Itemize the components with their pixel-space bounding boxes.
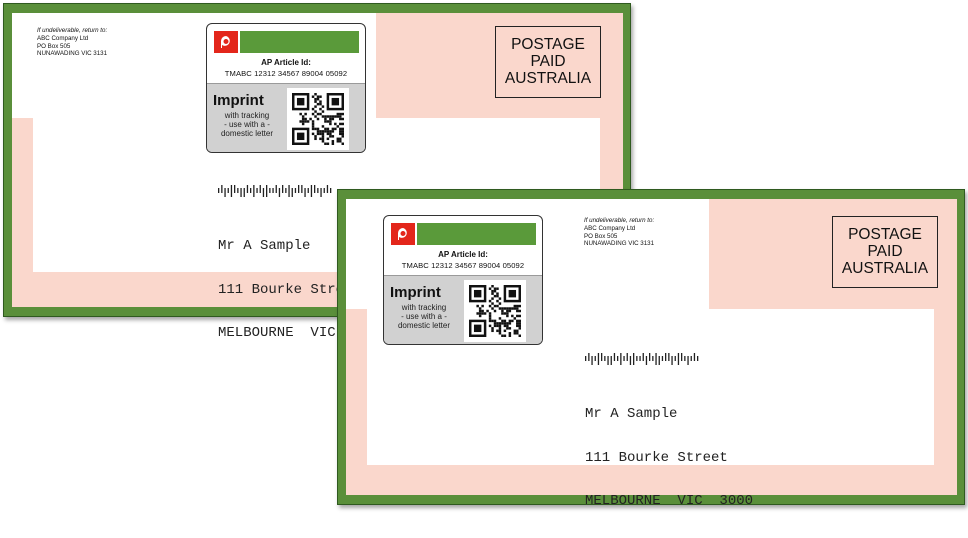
imprint-subtitle: with tracking - use with a - domestic le… xyxy=(210,111,284,138)
address-line: 111 Bourke Street xyxy=(585,449,728,466)
article-number: TMABC 12312 34567 89004 05092 xyxy=(401,261,525,270)
imprint-title: Imprint xyxy=(213,92,264,109)
imprint-sub-line: - use with a - xyxy=(224,120,270,129)
article-id-label: AP Article Id: xyxy=(438,250,488,259)
address-line: Mr A Sample xyxy=(585,406,678,422)
return-address-line: NUNAWADING VIC 3131 xyxy=(37,50,108,58)
postage-line: AUSTRALIA xyxy=(841,260,929,277)
return-address-line: ABC Company Ltd xyxy=(37,35,89,43)
return-address-line: PO Box 505 xyxy=(37,42,71,50)
imprint-subtitle: with tracking - use with a - domestic le… xyxy=(387,303,461,330)
imprint-panel: Imprint with tracking - use with a - dom… xyxy=(207,83,365,152)
imprint-title: Imprint xyxy=(390,284,441,301)
return-address-line: ABC Company Ltd xyxy=(584,225,636,233)
postal-barcode-icon xyxy=(585,353,699,365)
return-address: If undeliverable, return to: ABC Company… xyxy=(37,27,107,58)
qr-code-icon xyxy=(464,280,526,342)
article-number: TMABC 12312 34567 89004 05092 xyxy=(224,69,348,78)
postage-paid-box: POSTAGE PAID AUSTRALIA xyxy=(832,216,938,288)
imprint-sub-line: domestic letter xyxy=(220,129,274,138)
imprint-label: AP Article Id: TMABC 12312 34567 89004 0… xyxy=(383,215,543,345)
delivery-address: Mr A Sample 111 Bourke Street MELBOURNE … xyxy=(585,378,753,538)
imprint-panel: Imprint with tracking - use with a - dom… xyxy=(384,275,542,344)
imprint-label: AP Article Id: TMABC 12312 34567 89004 0… xyxy=(206,23,366,153)
postage-line: POSTAGE xyxy=(511,36,585,53)
auspost-logo-icon xyxy=(214,31,238,53)
article-id-label: AP Article Id: xyxy=(261,58,311,67)
postage-line: AUSTRALIA xyxy=(504,70,592,87)
postage-line: PAID xyxy=(867,243,903,260)
auspost-logo-icon xyxy=(391,223,415,245)
label-green-bar xyxy=(240,31,359,53)
return-address-title: If undeliverable, return to: xyxy=(37,27,108,34)
qr-code-icon xyxy=(287,88,349,150)
return-address-line: NUNAWADING VIC 3131 xyxy=(584,240,655,248)
postage-line: POSTAGE xyxy=(848,226,922,243)
return-address-line: PO Box 505 xyxy=(584,232,618,240)
postal-barcode-icon xyxy=(218,185,332,197)
postage-paid-box: POSTAGE PAID AUSTRALIA xyxy=(495,26,601,98)
imprint-sub-line: with tracking xyxy=(401,303,447,312)
return-address-title: If undeliverable, return to: xyxy=(584,217,655,224)
return-address: If undeliverable, return to: ABC Company… xyxy=(584,217,654,248)
label-green-bar xyxy=(417,223,536,245)
address-line: MELBOURNE VIC 3000 xyxy=(585,493,754,509)
envelope-front: If undeliverable, return to: ABC Company… xyxy=(337,189,965,508)
imprint-sub-line: domestic letter xyxy=(397,321,451,330)
imprint-sub-line: with tracking xyxy=(224,111,270,120)
imprint-sub-line: - use with a - xyxy=(401,312,447,321)
postage-line: PAID xyxy=(530,53,566,70)
